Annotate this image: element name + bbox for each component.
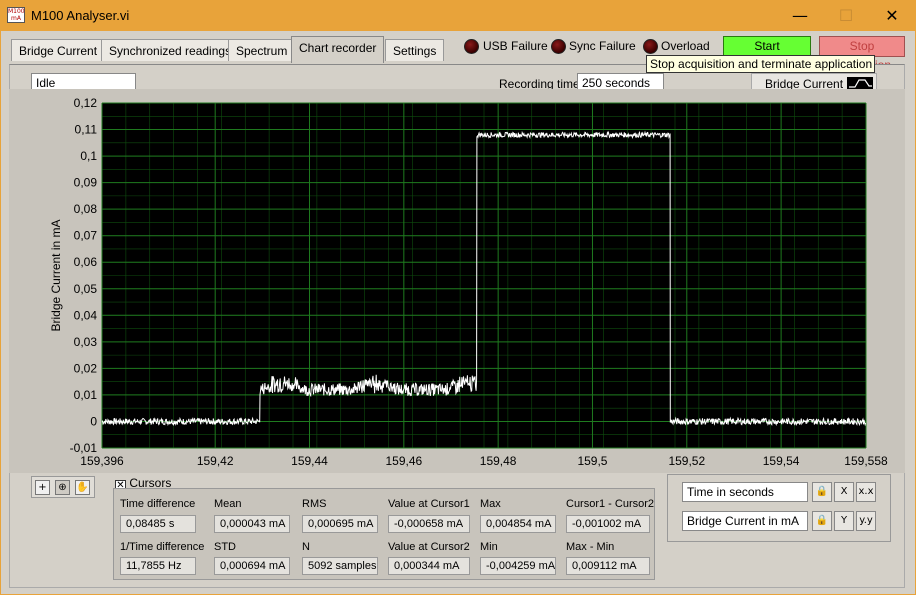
y-tick-label: 0,11 — [75, 123, 98, 137]
x-autoscale-icon[interactable]: X — [834, 482, 854, 502]
tab-spectrum[interactable]: Spectrum — [228, 39, 296, 61]
measure-label: Mean — [214, 498, 242, 510]
y-autoscale-icon[interactable]: Y — [834, 511, 854, 531]
x-axis-name-field[interactable]: Time in seconds — [682, 482, 808, 502]
measure-label: N — [302, 541, 310, 553]
close-button[interactable]: ✕ — [869, 1, 915, 31]
sync-failure-led — [551, 39, 566, 54]
min-value: -0,004259 mA — [480, 557, 556, 575]
x-tick-label: 159,54 — [763, 454, 800, 468]
usb-failure-led — [464, 39, 479, 54]
mean-value: 0,000043 mA — [214, 515, 290, 533]
maximize-button[interactable]: ☐ — [823, 1, 869, 31]
title-bar: M100 mA M100 Analyser.vi — ☐ ✕ — [1, 1, 915, 31]
y-tick-label: 0 — [90, 414, 97, 428]
x-tick-label: 159,396 — [80, 454, 124, 468]
x-tick-label: 159,558 — [844, 454, 888, 468]
measure-label: STD — [214, 541, 236, 553]
y-tick-labels: 0,12 0,11 0,1 0,09 0,08 0,07 0,06 0,05 0,04 0,03 0… — [70, 96, 98, 455]
y-axis-lock-icon[interactable]: 🔒 — [812, 511, 832, 531]
cursor-difference-value: -0,001002 mA — [566, 515, 650, 533]
sample-count-value: 5092 samples — [302, 557, 378, 575]
sync-failure-label: Sync Failure — [569, 39, 636, 53]
start-acquisition-button[interactable]: Start Acquisition — [723, 36, 811, 72]
minimize-button[interactable]: — — [777, 1, 823, 31]
y-tick-label: 0,06 — [74, 255, 98, 269]
range-value: 0,009112 mA — [566, 557, 650, 575]
y-axis-label: Bridge Current in mA — [49, 219, 63, 331]
x-tick-label: 159,44 — [291, 454, 328, 468]
measure-label: RMS — [302, 498, 327, 510]
measure-label: Max — [480, 498, 501, 510]
app-icon: M100 mA — [7, 7, 25, 23]
x-tick-label: 159,5 — [577, 454, 607, 468]
x-tick-label: 159,42 — [197, 454, 234, 468]
y-tick-label: 0,1 — [80, 149, 97, 163]
y-tick-label: 0,05 — [74, 282, 98, 296]
rms-value: 0,000695 mA — [302, 515, 378, 533]
pan-tool-icon[interactable]: ✋ — [75, 480, 90, 495]
measure-label: Min — [480, 541, 498, 553]
y-tick-label: 0,09 — [74, 176, 98, 190]
y-tick-label: 0,03 — [74, 335, 98, 349]
time-difference-value: 0,08485 s — [120, 515, 196, 533]
x-tick-label: 159,46 — [385, 454, 422, 468]
cursor-tool-icon[interactable]: + — [35, 480, 50, 495]
cursor-measurements-panel: Time difference 0,08485 s Mean 0,000043 … — [113, 488, 655, 580]
frequency-value: 11,7855 Hz — [120, 557, 196, 575]
y-tick-label: 0,01 — [74, 388, 98, 402]
y-tick-label: -0,01 — [70, 441, 98, 455]
cursor1-value: -0,000658 mA — [388, 515, 470, 533]
stop-tooltip: Stop acquisition and terminate applicati… — [646, 55, 875, 73]
window-title: M100 Analyser.vi — [31, 8, 130, 23]
legend-line-icon — [847, 77, 873, 89]
tab-chart-recorder[interactable]: Chart recorder — [291, 36, 385, 63]
legend-line-glyph — [849, 79, 872, 88]
graph-palette: + ⊕ ✋ — [31, 476, 95, 498]
x-axis-lock-icon[interactable]: 🔒 — [812, 482, 832, 502]
y-axis-name-field[interactable]: Bridge Current in mA — [682, 511, 808, 531]
tab-bridge-current[interactable]: Bridge Current — [11, 39, 106, 61]
y-format-icon[interactable]: y.y — [856, 511, 876, 531]
y-tick-label: 0,07 — [74, 229, 98, 243]
measure-label: Value at Cursor1 — [388, 498, 470, 510]
measure-label: Cursor1 - Cursor2 — [566, 498, 655, 510]
measure-label: Max - Min — [566, 541, 615, 553]
overload-led — [643, 39, 658, 54]
chart-recorder-graph[interactable]: Bridge Current in mA 0,12 0,11 0,1 0,09 0,08… — [9, 89, 905, 473]
y-tick-label: 0,04 — [74, 308, 98, 322]
usb-failure-label: USB Failure — [483, 39, 548, 53]
x-tick-label: 159,52 — [668, 454, 705, 468]
measure-label: Time difference — [120, 498, 196, 510]
x-format-icon[interactable]: x.x — [856, 482, 876, 502]
x-tick-label: 159,48 — [480, 454, 517, 468]
y-tick-label: 0,12 — [74, 96, 98, 110]
measure-label: Value at Cursor2 — [388, 541, 470, 553]
x-tick-labels: 159,396 159,42 159,44 159,46 159,48 159,5 159,… — [80, 454, 888, 468]
tab-settings[interactable]: Settings — [385, 39, 445, 61]
y-tick-label: 0,02 — [74, 361, 98, 375]
cursor2-value: 0,000344 mA — [388, 557, 470, 575]
stop-acquisition-button[interactable]: Stop Acquisition — [819, 36, 905, 72]
overload-label: Overload — [661, 39, 710, 53]
zoom-tool-icon[interactable]: ⊕ — [55, 480, 70, 495]
y-tick-label: 0,08 — [74, 202, 98, 216]
max-value: 0,004854 mA — [480, 515, 556, 533]
measure-label: 1/Time difference — [120, 541, 205, 553]
tab-synchronized-readings[interactable]: Synchronized readings — [101, 39, 240, 61]
app-window: M100 mA M100 Analyser.vi — ☐ ✕ Bridge Cu… — [0, 0, 916, 595]
axis-scale-panel: Time in seconds 🔒 X x.x Bridge Current i… — [667, 474, 891, 542]
std-value: 0,000694 mA — [214, 557, 290, 575]
